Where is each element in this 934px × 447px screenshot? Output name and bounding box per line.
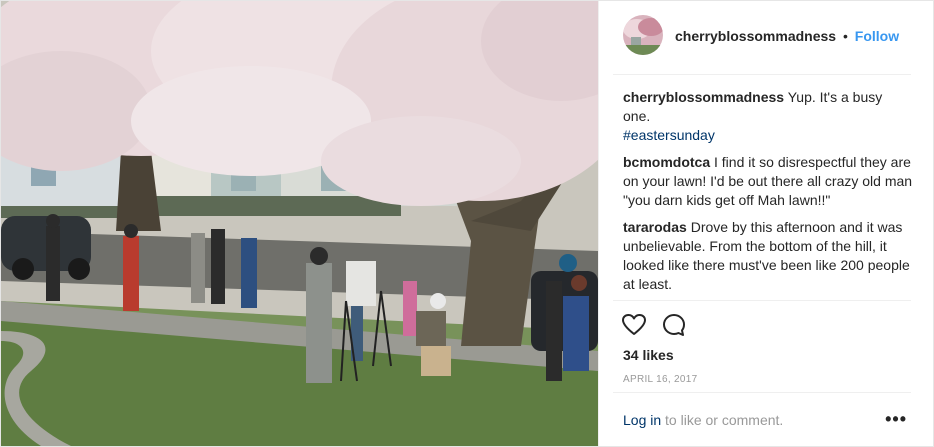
post-photo[interactable] [1,1,598,446]
follow-button[interactable]: Follow [855,28,899,44]
login-rest-text: to like or comment. [661,412,784,428]
author-username[interactable]: cherryblossommadness [675,28,836,44]
login-prompt: Log in to like or comment. [623,412,783,428]
comment-username[interactable]: tararodas [623,219,687,235]
comment-item: tararodas Drove by this afternoon and it… [623,218,913,294]
cherry-blossom-photo [1,1,598,446]
actions-divider [613,300,911,301]
comment-item: cherryblossommadness Yup. It's a busy on… [623,88,913,145]
likes-count[interactable]: 34 likes [623,347,674,363]
comments-list: cherryblossommadness Yup. It's a busy on… [623,88,913,302]
footer-divider [613,392,911,393]
post-sidebar: cherryblossommadness • Follow cherryblos… [598,1,933,446]
avatar[interactable] [623,15,663,55]
comment-icon[interactable] [661,312,689,340]
separator-dot: • [842,28,848,44]
comment-username[interactable]: bcmomdotca [623,154,710,170]
avatar-image [623,15,663,55]
header-text: cherryblossommadness • Follow [675,28,899,44]
comment-hashtag[interactable]: #eastersunday [623,127,715,143]
comment-username[interactable]: cherryblossommadness [623,89,784,105]
post-header: cherryblossommadness • Follow [599,1,934,74]
more-options-button[interactable]: ••• [885,409,907,430]
instagram-post: cherryblossommadness • Follow cherryblos… [0,0,934,447]
header-divider [613,74,911,75]
comment-item: bcmomdotca I find it so disrespectful th… [623,153,913,210]
login-link[interactable]: Log in [623,412,661,428]
heart-icon[interactable] [621,312,649,340]
post-date: APRIL 16, 2017 [623,374,698,385]
